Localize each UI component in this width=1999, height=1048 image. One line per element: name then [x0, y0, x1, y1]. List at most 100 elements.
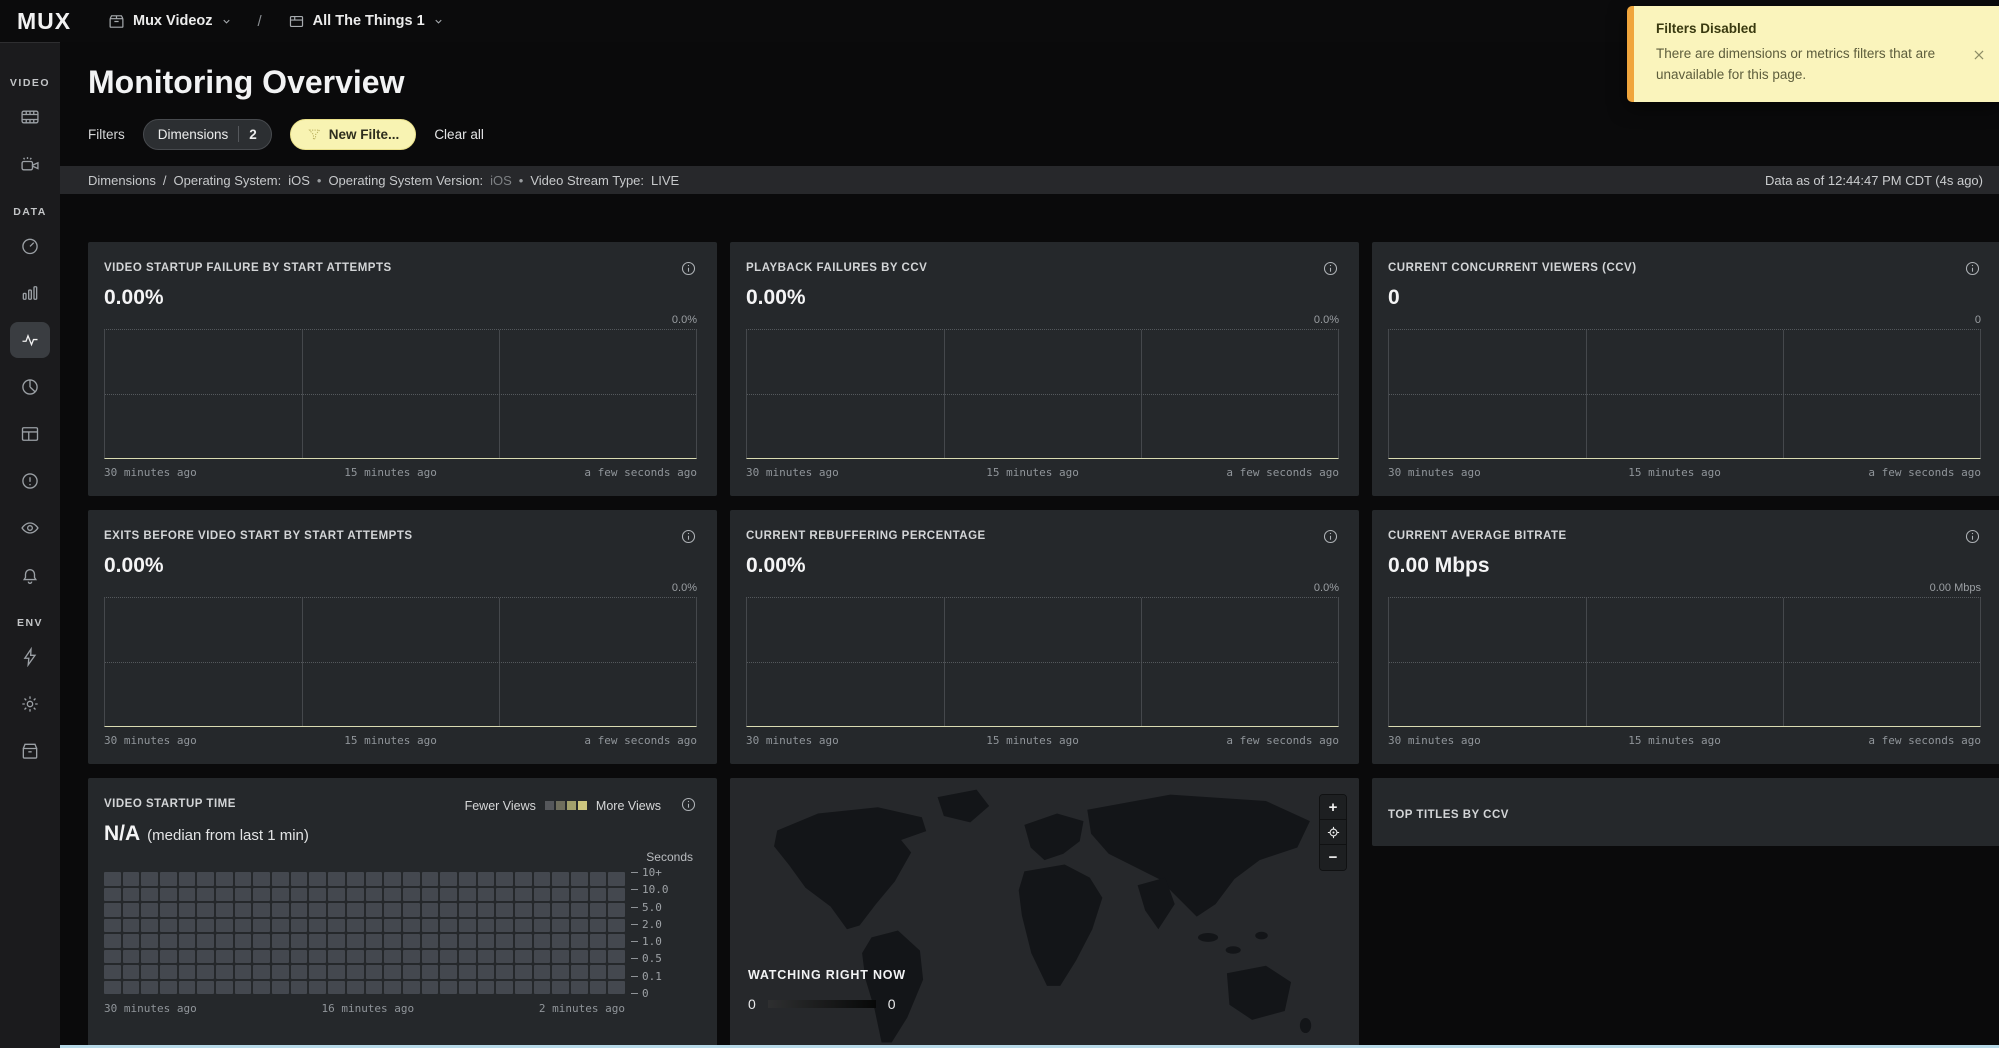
applied-filter-value: LIVE	[651, 173, 679, 188]
x-tick: 15 minutes ago	[344, 734, 437, 747]
x-axis-labels: 30 minutes ago 15 minutes ago a few seco…	[746, 466, 1339, 479]
info-icon[interactable]	[680, 528, 697, 545]
card-title: VIDEO STARTUP FAILURE BY START ATTEMPTS	[104, 262, 392, 274]
metric-value: 0.00%	[746, 554, 1339, 578]
new-filter-button[interactable]: New Filte...	[290, 119, 417, 150]
film-icon[interactable]	[10, 99, 50, 135]
x-tick: 16 minutes ago	[321, 1002, 414, 1015]
applied-filter-value: iOS	[490, 173, 512, 188]
startup-time-heatmap	[104, 872, 625, 994]
alert-circle-icon[interactable]	[10, 463, 50, 499]
metrics-grid: VIDEO STARTUP FAILURE BY START ATTEMPTS …	[60, 194, 1999, 1048]
clear-all-button[interactable]: Clear all	[434, 127, 484, 142]
timeseries-chart	[104, 329, 697, 459]
x-axis-labels: 30 minutes ago 15 minutes ago a few seco…	[746, 734, 1339, 747]
gauge-icon[interactable]	[10, 228, 50, 264]
metric-card-exits-before-start: EXITS BEFORE VIDEO START BY START ATTEMP…	[88, 510, 717, 764]
x-axis-labels: 30 minutes ago 15 minutes ago a few seco…	[104, 466, 697, 479]
zoom-out-button[interactable]: −	[1320, 845, 1346, 870]
card-title: VIDEO STARTUP TIME	[104, 798, 236, 810]
metric-value-suffix: (median from last 1 min)	[147, 827, 309, 844]
metric-value: 0	[1388, 286, 1981, 310]
info-icon[interactable]	[1322, 260, 1339, 277]
eye-icon[interactable]	[10, 510, 50, 546]
metric-value: 0.00%	[746, 286, 1339, 310]
watching-max-value: 0	[888, 996, 896, 1012]
toast-title: Filters Disabled	[1656, 21, 1959, 36]
dimensions-count-badge: 2	[249, 127, 257, 142]
breadcrumb-separator: /	[258, 13, 262, 30]
zoom-in-button[interactable]: +	[1320, 795, 1346, 820]
bar-chart-icon[interactable]	[10, 275, 50, 311]
x-tick: a few seconds ago	[1868, 734, 1981, 747]
funnel-icon	[307, 127, 322, 142]
card-title: PLAYBACK FAILURES BY CCV	[746, 262, 927, 274]
y-axis-max-label: 0.0%	[104, 582, 697, 594]
info-icon[interactable]	[680, 260, 697, 277]
y-axis-title: Seconds	[646, 850, 693, 864]
pie-chart-icon[interactable]	[10, 369, 50, 405]
dimensions-filter-button[interactable]: Dimensions 2	[143, 119, 272, 150]
layout-icon[interactable]	[10, 416, 50, 452]
filter-toolbar: Filters Dimensions 2 New Filte... Clear …	[60, 101, 1999, 149]
info-icon[interactable]	[1964, 528, 1981, 545]
metric-card-video-startup-time: VIDEO STARTUP TIME Fewer Views More View…	[88, 778, 717, 1048]
metric-card-rebuffering-percentage: CURRENT REBUFFERING PERCENTAGE 0.00% 0.0…	[730, 510, 1359, 764]
x-axis-labels: 30 minutes ago 15 minutes ago a few seco…	[1388, 466, 1981, 479]
x-tick: 2 minutes ago	[539, 1002, 625, 1015]
filters-disabled-toast: Filters Disabled There are dimensions or…	[1627, 6, 1999, 102]
locate-icon[interactable]	[1320, 820, 1346, 845]
activity-icon[interactable]	[10, 322, 50, 358]
env-name: All The Things 1	[313, 13, 425, 29]
org-name: Mux Videoz	[133, 13, 213, 29]
pill-divider	[238, 126, 239, 142]
data-as-of-timestamp: Data as of 12:44:47 PM CDT (4s ago)	[1765, 173, 1983, 188]
applied-filter-label: Operating System:	[174, 173, 282, 188]
x-tick: a few seconds ago	[1868, 466, 1981, 479]
x-axis-labels: 30 minutes ago 15 minutes ago a few seco…	[1388, 734, 1981, 747]
close-icon[interactable]	[1972, 48, 1986, 65]
timeseries-chart	[104, 597, 697, 727]
gear-icon[interactable]	[10, 686, 50, 722]
bell-icon[interactable]	[10, 557, 50, 593]
chevron-down-icon	[433, 16, 444, 27]
y-axis-max-label: 0.0%	[104, 314, 697, 326]
applied-filter-value: iOS	[288, 173, 310, 188]
org-picker[interactable]: Mux Videoz	[108, 13, 232, 30]
archive-box-icon[interactable]	[10, 733, 50, 769]
top-titles-card: TOP TITLES BY CCV	[1372, 778, 1999, 846]
main-content: Monitoring Overview Filters Dimensions 2…	[60, 0, 1999, 1048]
info-icon[interactable]	[1964, 260, 1981, 277]
toast-body: There are dimensions or metrics filters …	[1656, 44, 1959, 86]
x-axis-labels: 30 minutes ago 16 minutes ago 2 minutes …	[104, 1002, 625, 1015]
x-tick: 30 minutes ago	[746, 734, 839, 747]
x-tick: a few seconds ago	[584, 466, 697, 479]
metric-card-video-startup-failure: VIDEO STARTUP FAILURE BY START ATTEMPTS …	[88, 242, 717, 496]
bolt-icon[interactable]	[10, 639, 50, 675]
bullet-separator: •	[519, 173, 524, 188]
bullet-separator: •	[317, 173, 322, 188]
y-axis-ticks: 10+10.05.02.01.00.50.10	[631, 866, 697, 1000]
x-tick: 15 minutes ago	[1628, 734, 1721, 747]
x-tick: 15 minutes ago	[1628, 466, 1721, 479]
applied-filters-bar: Dimensions / Operating System: iOS • Ope…	[60, 166, 1999, 194]
applied-filter-label: Video Stream Type:	[530, 173, 644, 188]
metric-value: 0.00%	[104, 286, 697, 310]
card-title: EXITS BEFORE VIDEO START BY START ATTEMP…	[104, 530, 413, 542]
timeseries-chart	[746, 597, 1339, 727]
info-icon[interactable]	[680, 796, 697, 813]
applied-root: Dimensions	[88, 173, 156, 188]
dimensions-label: Dimensions	[158, 127, 229, 142]
sidebar-section-data: DATA	[13, 206, 47, 218]
x-tick: a few seconds ago	[584, 734, 697, 747]
card-title: CURRENT AVERAGE BITRATE	[1388, 530, 1567, 542]
chevron-down-icon	[221, 16, 232, 27]
info-icon[interactable]	[1322, 528, 1339, 545]
package-icon	[108, 13, 125, 30]
card-title: TOP TITLES BY CCV	[1388, 809, 1509, 821]
video-camera-icon[interactable]	[10, 146, 50, 182]
metric-value: 0.00 Mbps	[1388, 554, 1981, 578]
env-picker[interactable]: All The Things 1	[288, 13, 444, 30]
metric-card-average-bitrate: CURRENT AVERAGE BITRATE 0.00 Mbps 0.00 M…	[1372, 510, 1999, 764]
watching-now-map-card: + − WATCHING RIGHT NOW 0 0	[730, 778, 1359, 1048]
